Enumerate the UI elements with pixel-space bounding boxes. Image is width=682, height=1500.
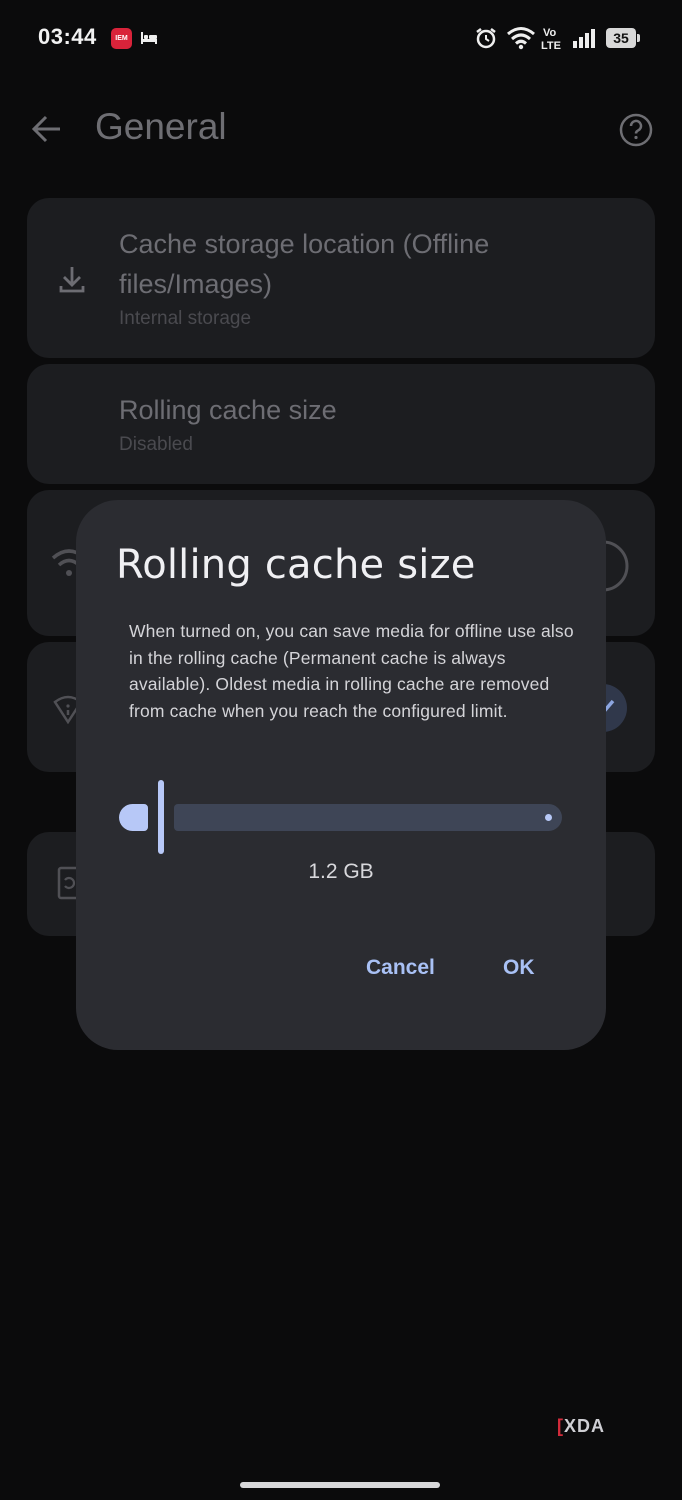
rolling-cache-title: Rolling cache size bbox=[119, 395, 337, 425]
svg-text:LTE: LTE bbox=[541, 40, 561, 51]
ok-button[interactable]: OK bbox=[503, 956, 535, 980]
signal-icon bbox=[572, 28, 598, 53]
cache-size-slider[interactable] bbox=[119, 780, 565, 860]
slider-value-label: 1.2 GB bbox=[308, 860, 374, 883]
alarm-icon bbox=[474, 26, 498, 55]
page-title: General bbox=[95, 106, 227, 147]
slider-inactive-track[interactable] bbox=[174, 804, 562, 831]
status-time: 03:44 bbox=[38, 24, 97, 49]
volte-icon: Vo LTE bbox=[541, 25, 565, 56]
watermark-mark: [ bbox=[557, 1416, 564, 1436]
bed-icon bbox=[140, 30, 158, 51]
cache-location-subtitle: Internal storage bbox=[119, 308, 252, 329]
rolling-cache-setting[interactable]: Rolling cache size Disabled bbox=[27, 364, 655, 484]
rolling-cache-subtitle: Disabled bbox=[119, 434, 193, 455]
xda-watermark: [XDA bbox=[557, 1416, 605, 1437]
download-icon bbox=[57, 264, 87, 299]
wifi-icon bbox=[506, 26, 536, 55]
battery-icon: 35 bbox=[606, 28, 636, 48]
help-icon[interactable] bbox=[618, 112, 654, 153]
home-indicator[interactable] bbox=[240, 1482, 440, 1488]
slider-stop-indicator bbox=[545, 814, 552, 821]
status-bar: 03:44 IEM Vo LTE 35 bbox=[0, 0, 682, 78]
rolling-cache-dialog: Rolling cache size When turned on, you c… bbox=[76, 500, 606, 1050]
watermark-text: XDA bbox=[564, 1416, 606, 1436]
svg-text:Vo: Vo bbox=[543, 27, 557, 39]
slider-thumb[interactable] bbox=[158, 780, 164, 854]
cache-location-setting[interactable]: Cache storage location (Offline files/Im… bbox=[27, 198, 655, 358]
back-arrow-icon[interactable] bbox=[30, 112, 64, 151]
cache-location-title-1: Cache storage location (Offline bbox=[119, 229, 490, 259]
cancel-button[interactable]: Cancel bbox=[366, 956, 435, 980]
cache-location-title-2: files/Images) bbox=[119, 269, 273, 299]
battery-tip bbox=[637, 34, 640, 42]
dialog-body: When turned on, you can save media for o… bbox=[129, 621, 574, 721]
app-notification-icon: IEM bbox=[111, 28, 132, 49]
slider-active-track bbox=[119, 804, 148, 831]
dialog-title: Rolling cache size bbox=[116, 542, 476, 588]
